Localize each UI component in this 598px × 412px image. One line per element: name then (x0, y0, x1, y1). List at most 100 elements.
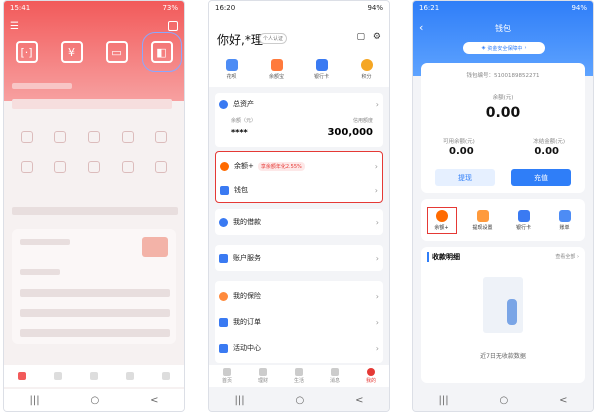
bankcard-icon (517, 209, 530, 222)
message-icon[interactable]: ▢ (356, 32, 365, 42)
back-button[interactable]: < (150, 395, 158, 406)
quick-points[interactable]: 积分 (354, 59, 380, 80)
service-icon[interactable] (155, 131, 168, 143)
tab-label: 理财 (257, 378, 268, 384)
orders-icon (219, 317, 228, 327)
quick-bankcard[interactable]: 银行卡 (309, 59, 335, 80)
tab-life[interactable]: 生活 (294, 368, 304, 384)
assets-card[interactable]: 总资产 › 余额（元） **** 信用额度 300,000 (215, 93, 383, 147)
tab-icon[interactable] (54, 372, 62, 380)
service-icon[interactable] (20, 161, 33, 173)
service-grid (10, 131, 178, 173)
status-bar: 16:21 94% (413, 1, 593, 15)
shortcut-withdraw-settings[interactable]: 提现设置 (468, 209, 498, 231)
orders-row[interactable]: 我的订单 › (219, 311, 379, 333)
recent-apps-button[interactable]: ||| (29, 395, 39, 406)
settings-icon[interactable]: ⚙ (373, 32, 381, 42)
tab-icon[interactable] (90, 372, 98, 380)
service-icon[interactable] (121, 131, 134, 143)
tab-home-icon[interactable] (18, 372, 26, 380)
greeting-text: 你好,*理 (217, 33, 263, 47)
card-icon[interactable]: ▭ (105, 41, 128, 63)
status-time: 16:20 (215, 4, 236, 12)
quick-label: 银行卡 (313, 74, 329, 80)
account-row[interactable]: 账户服务 › (219, 247, 379, 269)
gift-image (142, 237, 168, 257)
wallet-icon[interactable]: ◧ (141, 32, 182, 72)
security-pill[interactable]: ◈ 资金安全保障中 › (463, 42, 545, 54)
tab-icon (330, 368, 339, 376)
phone-wallet: 16:21 94% ‹ 钱包 ◈ 资金安全保障中 › 钱包编号：5100189852… (412, 0, 594, 412)
view-all-link[interactable]: 查看全部 › (555, 253, 579, 260)
balance-masked: **** (231, 128, 248, 137)
account-card[interactable]: 账户服务 › (215, 245, 383, 271)
available-label: 可用余额(元) (443, 139, 475, 145)
service-icon[interactable] (54, 161, 67, 173)
tab-label: 消息 (329, 378, 340, 384)
available-value: 0.00 (449, 146, 474, 157)
tab-icon (258, 368, 267, 376)
service-icon[interactable] (121, 161, 134, 173)
home-button[interactable]: ○ (295, 395, 304, 406)
status-battery: 73% (162, 4, 178, 12)
receipt-details: 收款明细 查看全部 › 近7日无收款数据 (421, 247, 585, 383)
verify-badge[interactable]: 个人认证 (259, 33, 288, 44)
shield-icon: ◈ (481, 45, 486, 51)
activity-row[interactable]: 活动中心 › (219, 337, 379, 359)
security-text: 资金安全保障中 (487, 45, 523, 52)
blurred-card (12, 229, 176, 344)
chevron-right-icon: › (374, 185, 378, 195)
home-button[interactable]: ○ (499, 395, 508, 406)
shortcut-bankcard[interactable]: 银行卡 (509, 209, 539, 231)
back-button[interactable]: < (559, 395, 567, 406)
points-icon (360, 59, 373, 71)
tab-icon (366, 368, 375, 376)
recent-apps-button[interactable]: ||| (438, 395, 448, 406)
row-label: 余额+ (234, 162, 254, 170)
home-button[interactable]: ○ (90, 395, 99, 406)
chevron-right-icon: › (375, 253, 379, 263)
wallet-row[interactable]: 钱包 › (220, 179, 378, 201)
tab-icon[interactable] (162, 372, 170, 380)
tab-icon (222, 368, 231, 376)
back-button[interactable]: < (355, 395, 363, 406)
quick-huabei[interactable]: 花呗 (219, 59, 245, 80)
withdraw-button[interactable]: 提现 (435, 169, 495, 186)
yuebao-icon (270, 59, 283, 71)
bankcard-icon (315, 59, 328, 71)
service-icon[interactable] (87, 131, 100, 143)
frozen-label: 冻结金额(元) (533, 139, 565, 145)
row-label: 钱包 (234, 186, 248, 194)
settings-gear-icon (476, 209, 489, 222)
quick-yuebao[interactable]: 余额宝 (264, 59, 290, 80)
credit-label: 信用额度 (352, 118, 373, 124)
tab-messages[interactable]: 消息 (330, 368, 340, 384)
scan-icon[interactable]: [·] (15, 41, 38, 63)
add-icon[interactable] (168, 21, 178, 31)
yen-icon[interactable]: ¥ (60, 41, 83, 63)
total-assets-row[interactable]: 总资产 › (219, 95, 379, 113)
service-icon[interactable] (155, 161, 168, 173)
credit-value: 300,000 (327, 127, 373, 138)
loan-card[interactable]: 我的借款 › (215, 209, 383, 235)
service-icon[interactable] (87, 161, 100, 173)
tab-home[interactable]: 首页 (222, 368, 232, 384)
status-bar: 15:41 73% (4, 1, 184, 15)
chevron-right-icon: › (524, 45, 527, 51)
menu-icon[interactable]: ☰ (10, 21, 19, 32)
system-nav: ||| ○ < (4, 389, 184, 411)
blurred-notice (12, 207, 178, 215)
loan-row[interactable]: 我的借款 › (219, 211, 379, 233)
tab-finance[interactable]: 理财 (258, 368, 268, 384)
service-icon[interactable] (54, 131, 67, 143)
yuebao-plus-row[interactable]: 余额+ 享余额年化2.55% › (220, 155, 378, 177)
shortcut-bill[interactable]: 账单 (550, 209, 580, 231)
recent-apps-button[interactable]: ||| (234, 395, 244, 406)
insurance-row[interactable]: 我的保险 › (219, 285, 379, 307)
tab-icon[interactable] (126, 372, 134, 380)
service-icon[interactable] (20, 131, 33, 143)
balance-value: 0.00 (485, 105, 521, 121)
tab-mine[interactable]: 我的 (366, 368, 376, 384)
recharge-button[interactable]: 充值 (511, 169, 571, 186)
shortcut-yuebao-plus[interactable]: 余额+ (426, 206, 457, 234)
